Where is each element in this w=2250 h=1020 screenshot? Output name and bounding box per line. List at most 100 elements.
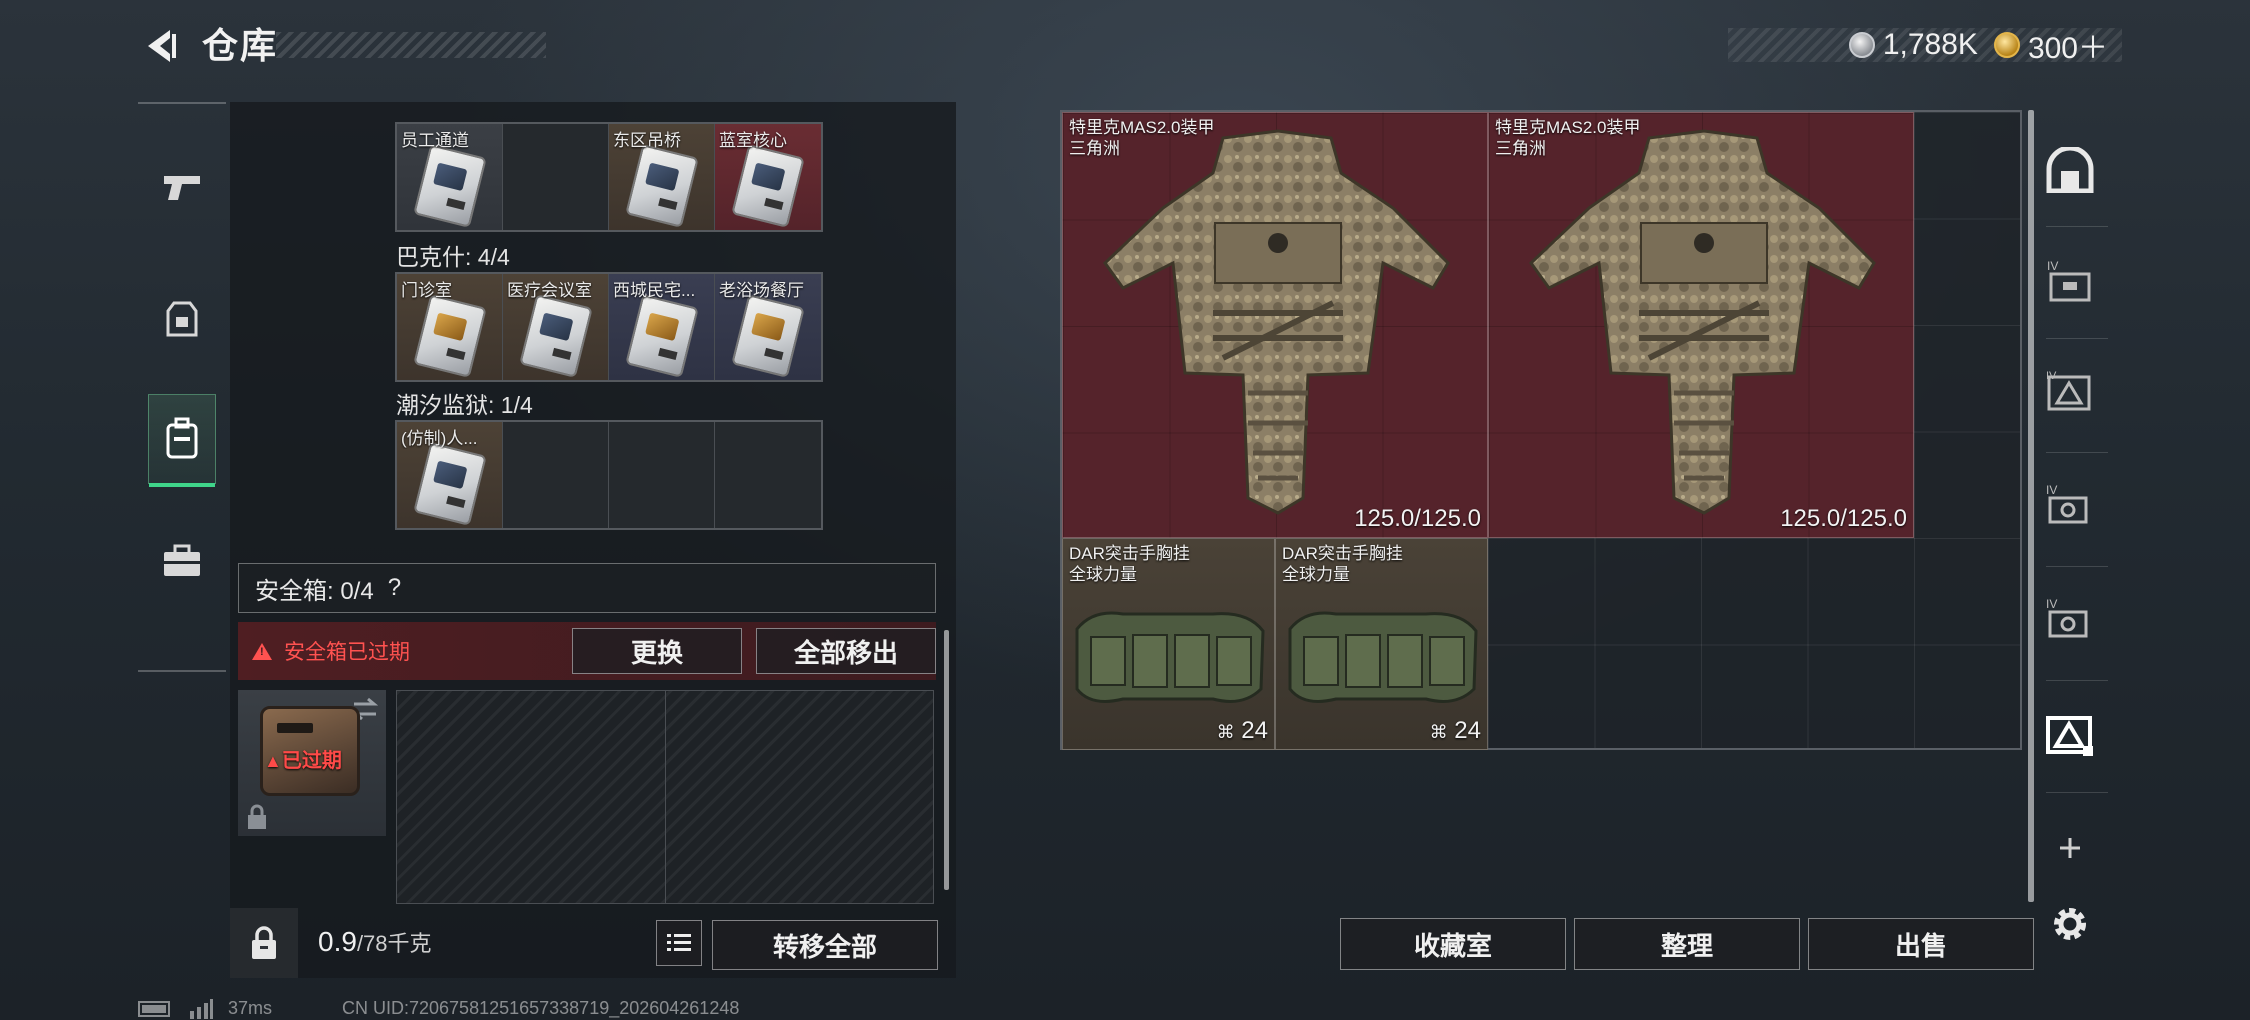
svg-text:IV: IV: [2046, 597, 2057, 611]
empty-key-slot[interactable]: [609, 422, 715, 528]
collection-room-button[interactable]: 收藏室: [1340, 918, 1566, 970]
keycard-slot[interactable]: 东区吊桥: [609, 124, 715, 230]
replace-button[interactable]: 更换: [572, 628, 742, 674]
stash-tab-active[interactable]: [2042, 706, 2098, 762]
keycard-icon: [413, 294, 487, 378]
keycard-label: 医疗会议室: [507, 281, 592, 300]
svg-text:IV: IV: [2046, 370, 2057, 382]
keycard-label: 西城民宅...: [613, 281, 696, 300]
key-row: 门诊室 医疗会议室 西城民宅... 老浴场餐厅: [395, 272, 823, 382]
sidebar-divider: [2046, 566, 2108, 567]
sort-button[interactable]: 整理: [1574, 918, 1800, 970]
back-button[interactable]: [138, 24, 182, 68]
safe-slot[interactable]: [397, 691, 666, 903]
tier4-case-icon: IV: [2046, 483, 2088, 524]
silver-currency[interactable]: 1,788K: [1848, 28, 1978, 62]
stash-grid: 特里克MAS2.0装甲 三角洲 125.0/125.0 特里克MAS2.0装甲: [1060, 110, 2022, 750]
backpack-icon: [166, 417, 198, 459]
item-faction: 三角洲: [1069, 139, 1120, 158]
settings-button[interactable]: [2042, 896, 2098, 952]
bunker-button[interactable]: [2042, 142, 2098, 198]
tier4-case-alt-icon: IV: [2046, 597, 2088, 638]
silver-amount: 1,788K: [1882, 28, 1978, 61]
keycard-label: 门诊室: [401, 281, 452, 300]
keycard-slot[interactable]: 员工通道: [397, 124, 503, 230]
empty-key-slot[interactable]: [715, 422, 821, 528]
key-row: (仿制)人...: [395, 420, 823, 530]
left-nav: [138, 102, 226, 672]
empty-key-slot[interactable]: [503, 124, 609, 230]
nav-armor[interactable]: [148, 274, 216, 364]
capacity-icon: ⌘: [1429, 722, 1448, 742]
weight-capacity: /78千克: [356, 931, 432, 956]
signal-icon: [190, 998, 213, 1019]
item-name: DAR突击手胸挂: [1069, 544, 1190, 563]
currency-bar: 1,788K 300＋: [1728, 28, 2122, 65]
svg-text:IV: IV: [2046, 483, 2057, 497]
keycard-slot[interactable]: 门诊室: [397, 274, 503, 380]
safe-slot[interactable]: [666, 691, 934, 903]
key-group-title: 巴克什: 4/4: [396, 244, 510, 270]
key-row: 员工通道 东区吊桥 蓝室核心: [395, 122, 823, 232]
stash-tab-1[interactable]: IV: [2042, 252, 2098, 308]
keycard-label: 蓝室核心: [719, 131, 787, 150]
stash-item-chest-rig[interactable]: DAR突击手胸挂 全球力量 ⌘ 24: [1062, 538, 1275, 750]
keycard-icon: [625, 294, 699, 378]
safe-box-header: 安全箱: 0/4 ?: [238, 563, 936, 613]
silver-coin-icon: [1848, 32, 1875, 58]
stash-item-armor[interactable]: 特里克MAS2.0装甲 三角洲 125.0/125.0: [1062, 112, 1488, 538]
keycard-slot[interactable]: 老浴场餐厅: [715, 274, 821, 380]
key-group-2: (仿制)人...: [395, 420, 823, 530]
item-name-block: 特里克MAS2.0装甲 三角洲: [1495, 117, 1640, 159]
back-arrow-icon: [148, 30, 176, 62]
weight-readout: 0.9/78千克: [318, 926, 432, 958]
keycard-slot[interactable]: (仿制)人...: [397, 422, 503, 528]
item-faction: 全球力量: [1069, 565, 1137, 584]
durability: 125.0/125.0: [1354, 505, 1481, 532]
lock-button[interactable]: [230, 908, 298, 978]
armor-vest-icon: [1529, 129, 1876, 515]
safe-box-grid: [396, 690, 934, 904]
gold-currency[interactable]: 300＋: [1993, 23, 2108, 67]
stash-tab-3[interactable]: IV: [2042, 476, 2098, 532]
active-crate-icon: [2046, 716, 2093, 756]
weight-value: 0.9: [318, 926, 357, 957]
transfer-all-button[interactable]: 转移全部: [712, 920, 938, 970]
warning-icon: !: [252, 642, 272, 660]
sell-button[interactable]: 出售: [1808, 918, 2034, 970]
keycard-label: 东区吊桥: [613, 131, 681, 150]
list-view-button[interactable]: [656, 920, 702, 966]
move-all-out-button[interactable]: 全部移出: [756, 628, 936, 674]
nav-toolbox[interactable]: [148, 516, 216, 606]
keycard-icon: [731, 144, 805, 228]
stash-tab-4[interactable]: IV: [2042, 590, 2098, 646]
keycard-label: (仿制)人...: [401, 429, 478, 448]
stash-item-armor[interactable]: 特里克MAS2.0装甲 三角洲 125.0/125.0: [1488, 112, 1914, 538]
toolbox-icon: [164, 544, 200, 576]
keycard-slot[interactable]: 医疗会议室: [503, 274, 609, 380]
capacity: ⌘ 24: [1216, 717, 1268, 744]
keycard-label: 老浴场餐厅: [719, 281, 804, 300]
stash-item-chest-rig[interactable]: DAR突击手胸挂 全球力量 ⌘ 24: [1275, 538, 1488, 750]
left-scrollbar[interactable]: [944, 630, 949, 890]
item-name: 特里克MAS2.0装甲: [1495, 118, 1641, 137]
stash-tab-2[interactable]: IV: [2042, 364, 2098, 420]
vest-icon: [166, 301, 198, 337]
folder-tier4-icon: IV: [2047, 259, 2091, 302]
item-name-block: DAR突击手胸挂 全球力量: [1069, 543, 1190, 585]
weight-bar: 0.9/78千克 转移全部: [230, 908, 956, 978]
empty-key-slot[interactable]: [503, 422, 609, 528]
safe-box-slot[interactable]: ▲已过期: [238, 690, 386, 836]
help-icon[interactable]: ?: [388, 574, 401, 602]
gold-coin-icon: [1993, 32, 2020, 58]
key-case-area: 员工通道 东区吊桥 蓝室核心 巴克什: 4/4 门诊室 医疗会议室 西城民宅... 老浴场…: [230, 102, 956, 557]
keycard-slot[interactable]: 西城民宅...: [609, 274, 715, 380]
add-stash-button[interactable]: [2042, 820, 2098, 876]
keycard-slot[interactable]: 蓝室核心: [715, 124, 821, 230]
settings-icon: [2054, 908, 2086, 940]
item-name: 特里克MAS2.0装甲: [1069, 118, 1215, 137]
stash-scrollbar[interactable]: [2028, 110, 2034, 902]
key-group-0: 员工通道 东区吊桥 蓝室核心: [395, 122, 823, 232]
nav-backpack[interactable]: [148, 394, 216, 487]
nav-weapons[interactable]: [148, 142, 216, 232]
